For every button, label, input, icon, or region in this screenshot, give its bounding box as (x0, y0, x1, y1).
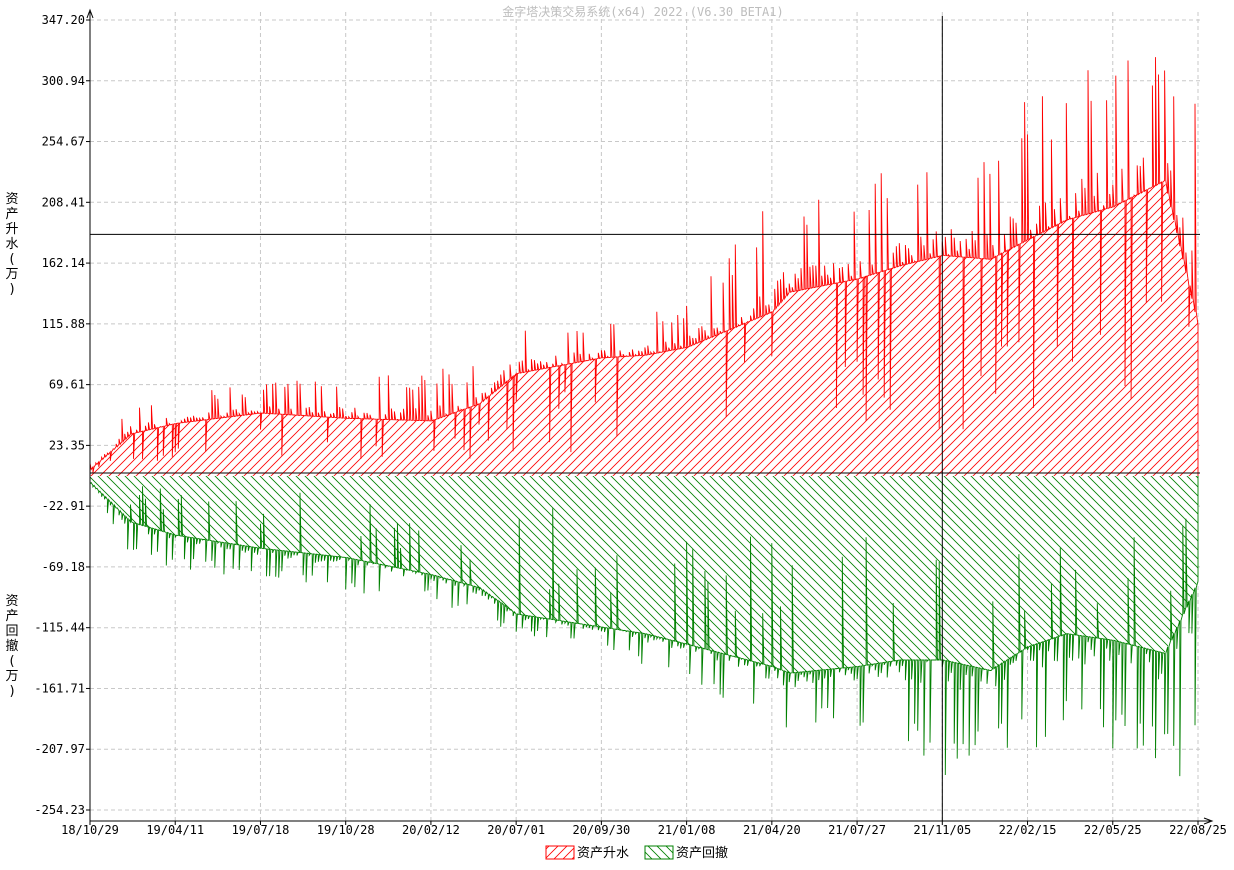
x-tick-label: 20/09/30 (572, 823, 630, 837)
y-tick-label: -161.71 (34, 681, 85, 695)
x-tick-label: 19/04/11 (146, 823, 204, 837)
y-tick-label: 23.35 (49, 438, 85, 452)
y-tick-label: 300.94 (42, 74, 85, 88)
y-axis-label-lower: 资产回撤(万) (5, 594, 18, 699)
chart-title: 金字塔决策交易系统(x64) 2022 (V6.30 BETA1) (502, 4, 783, 19)
legend-swatch-down (644, 845, 674, 860)
y-tick-label: 69.61 (49, 378, 85, 392)
series-area (90, 476, 1198, 674)
drawdown-chart: 金字塔决策交易系统(x64) 2022 (V6.30 BETA1) 347.20… (5, 4, 1227, 861)
legend: 资产升水 资产回撤 (545, 845, 728, 861)
y-tick-label: -69.18 (42, 560, 85, 574)
x-tick-label: 19/07/18 (232, 823, 290, 837)
x-tick-label: 20/07/01 (487, 823, 545, 837)
y-tick-label: 347.20 (42, 13, 85, 27)
y-axis-label-upper: 资产升水(万) (5, 192, 18, 297)
y-tick-labels: 347.20 300.94 254.67 208.41 162.14 115.88 69.6… (34, 13, 90, 817)
y-tick-label: 254.67 (42, 135, 85, 149)
y-tick-label: -207.97 (34, 742, 85, 756)
x-tick-label: 20/02/12 (402, 823, 460, 837)
x-tick-label: 21/01/08 (658, 823, 716, 837)
x-tick-label: 22/05/25 (1084, 823, 1142, 837)
y-tick-label: -22.91 (42, 499, 85, 513)
x-tick-label: 19/10/28 (317, 823, 375, 837)
x-tick-label: 21/07/27 (828, 823, 886, 837)
x-tick-label: 22/02/15 (999, 823, 1057, 837)
series-fills (90, 180, 1198, 674)
x-tick-label: 21/11/05 (913, 823, 971, 837)
y-tick-label: 162.14 (42, 256, 85, 270)
legend-swatch-up (545, 845, 575, 860)
y-tick-label: 115.88 (42, 317, 85, 331)
legend-label-down: 资产回撤 (676, 845, 728, 861)
y-tick-label: -254.23 (34, 803, 85, 817)
legend-label-up: 资产升水 (577, 846, 629, 861)
x-tick-label: 18/10/29 (61, 823, 119, 837)
series-area (90, 180, 1198, 477)
x-tick-label: 22/08/25 (1169, 823, 1227, 837)
y-tick-label: 208.41 (42, 195, 85, 209)
x-tick-labels: 18/10/29 19/04/11 19/07/18 19/10/28 20/02/12… (61, 821, 1227, 837)
x-tick-label: 21/04/20 (743, 823, 801, 837)
y-tick-label: -115.44 (34, 621, 85, 635)
